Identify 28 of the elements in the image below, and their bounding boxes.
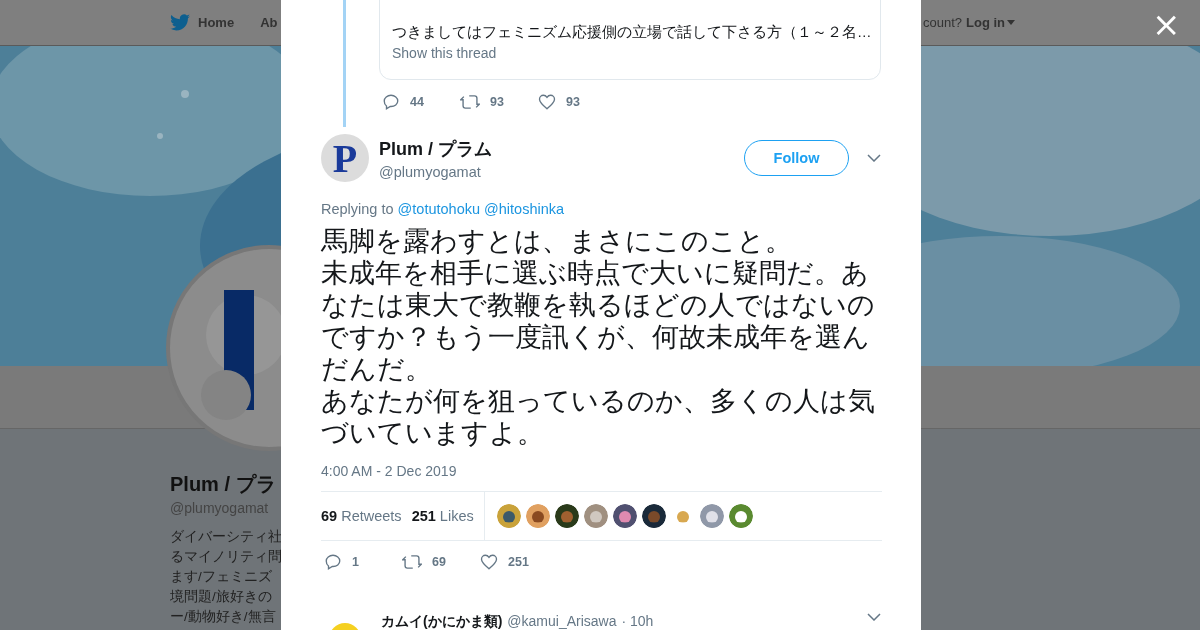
- retweet-icon[interactable]: [402, 553, 422, 571]
- about-link[interactable]: Ab: [260, 15, 278, 30]
- tweet-text: あなたが何を狙っているのか、多くの人は気づいていますよ。: [321, 385, 876, 449]
- bio-line: ます/フェミニズ: [170, 568, 272, 586]
- retweet-count: 69: [432, 555, 446, 569]
- bird-icon: [170, 14, 190, 31]
- stat-link[interactable]: 69 Retweets: [321, 508, 402, 524]
- reply-count: 1: [352, 555, 359, 569]
- reply-author-handle[interactable]: @kamui_Arisawa: [507, 613, 617, 630]
- caret-icon: [1007, 20, 1015, 25]
- reply-time: · 10h: [621, 613, 654, 630]
- account-prompt: count?: [922, 15, 962, 30]
- reply-icon[interactable]: [324, 553, 342, 571]
- heart-icon[interactable]: [480, 553, 498, 571]
- stat-link[interactable]: 251 Likes: [411, 508, 474, 524]
- like-count: 251: [508, 555, 529, 569]
- close-button[interactable]: ×: [1152, 10, 1181, 38]
- home-link[interactable]: Home: [170, 14, 235, 31]
- bio-line: ダイバーシティ社: [170, 528, 282, 546]
- reply-author-name[interactable]: カムイ(かにかま類): [381, 613, 503, 630]
- profile-name: Plum / プラ: [170, 472, 276, 497]
- bio-line: 境問題/旅好きの: [170, 588, 272, 606]
- bio-line: るマイノリティ問: [170, 548, 282, 566]
- tweet-timestamp: 4:00 AM - 2 Dec 2019: [321, 463, 458, 479]
- quoted-tweet-text: つきましてはフェミニズム応援側の立場で話して下さる方（１～２名…: [392, 23, 868, 42]
- chevron-icon[interactable]: [867, 613, 881, 621]
- bio-line: ー/動物好き/無言: [170, 608, 276, 626]
- login-link[interactable]: Log in: [966, 15, 1015, 30]
